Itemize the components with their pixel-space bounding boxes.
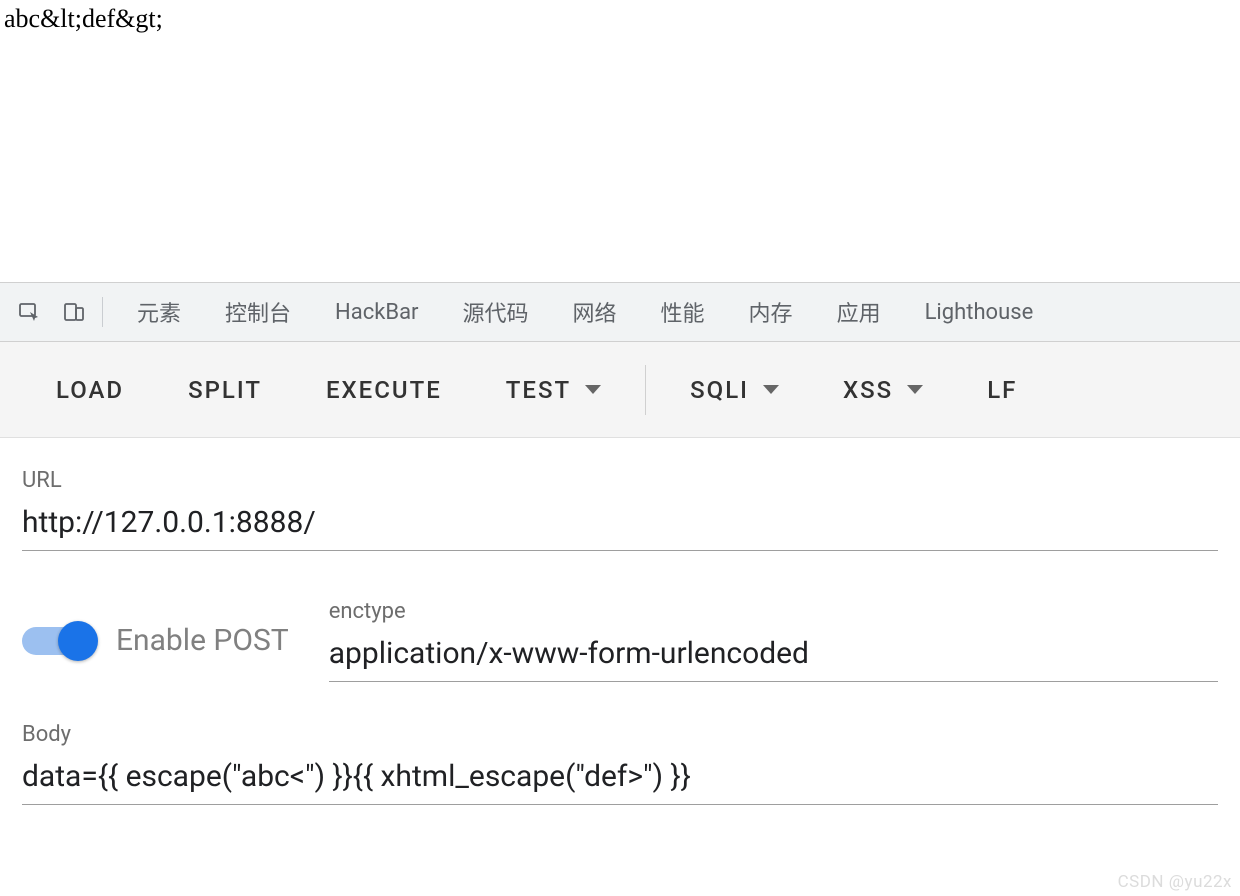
- toolbar-divider: [645, 365, 646, 415]
- chevron-down-icon: [763, 385, 779, 394]
- hackbar-toolbar: LOAD SPLIT EXECUTE TEST SQLI XSS LF: [0, 342, 1240, 438]
- split-button[interactable]: SPLIT: [156, 342, 294, 438]
- lf-dropdown[interactable]: LF: [955, 342, 1017, 438]
- body-field-group: Body: [22, 722, 1218, 805]
- test-button-label: TEST: [506, 376, 571, 404]
- xss-button-label: XSS: [843, 376, 893, 404]
- post-row: Enable POST enctype: [22, 599, 1218, 682]
- url-field-group: URL: [22, 468, 1218, 551]
- tab-divider: [102, 297, 103, 327]
- tab-application[interactable]: 应用: [815, 282, 903, 342]
- tab-console[interactable]: 控制台: [203, 282, 313, 342]
- device-toggle-icon[interactable]: [60, 298, 88, 326]
- sqli-dropdown[interactable]: SQLI: [658, 342, 811, 438]
- watermark: CSDN @yu22x: [1118, 872, 1232, 892]
- enable-post-label: Enable POST: [116, 623, 289, 658]
- lf-button-label: LF: [987, 376, 1017, 404]
- execute-button-label: EXECUTE: [326, 376, 442, 404]
- tab-memory[interactable]: 内存: [727, 282, 815, 342]
- enable-post-toggle-wrap: Enable POST: [22, 620, 289, 662]
- chevron-down-icon: [907, 385, 923, 394]
- hackbar-panel: URL Enable POST enctype Body: [0, 438, 1240, 805]
- tab-hackbar[interactable]: HackBar: [313, 282, 440, 342]
- toggle-thumb: [58, 621, 98, 661]
- tab-elements[interactable]: 元素: [115, 282, 203, 342]
- tab-performance[interactable]: 性能: [639, 282, 727, 342]
- enctype-field-group: enctype: [329, 599, 1218, 682]
- tab-sources[interactable]: 源代码: [441, 282, 551, 342]
- enctype-label: enctype: [329, 599, 1218, 624]
- url-label: URL: [22, 468, 1218, 493]
- body-input[interactable]: [22, 753, 1218, 805]
- devtools-tab-strip: 元素 控制台 HackBar 源代码 网络 性能 内存 应用 Lighthous…: [0, 282, 1240, 342]
- chevron-down-icon: [585, 385, 601, 394]
- execute-button[interactable]: EXECUTE: [294, 342, 474, 438]
- page-output: abc&lt;def&gt;: [0, 0, 1240, 282]
- xss-dropdown[interactable]: XSS: [811, 342, 955, 438]
- split-button-label: SPLIT: [188, 376, 262, 404]
- url-input[interactable]: [22, 499, 1218, 551]
- sqli-button-label: SQLI: [690, 376, 749, 404]
- inspect-element-icon[interactable]: [16, 298, 44, 326]
- tab-network[interactable]: 网络: [551, 282, 639, 342]
- enctype-input[interactable]: [329, 630, 1218, 682]
- load-button[interactable]: LOAD: [24, 342, 156, 438]
- body-label: Body: [22, 722, 1218, 747]
- tab-lighthouse[interactable]: Lighthouse: [903, 282, 1056, 342]
- test-dropdown[interactable]: TEST: [474, 342, 633, 438]
- load-button-label: LOAD: [56, 376, 124, 404]
- enable-post-toggle[interactable]: [22, 620, 98, 662]
